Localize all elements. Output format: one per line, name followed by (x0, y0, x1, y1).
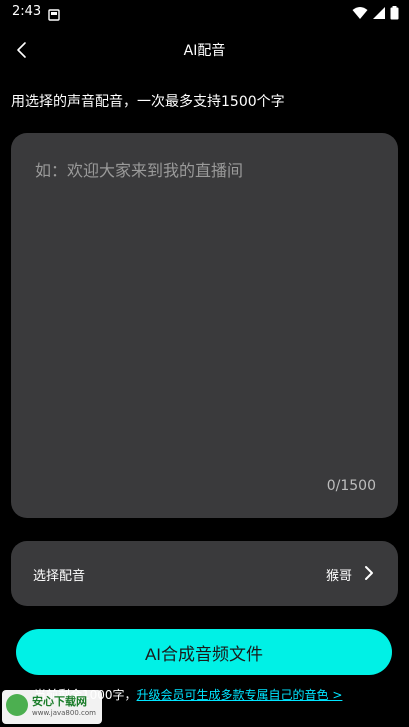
notification-icon (48, 6, 60, 25)
status-time: 2:43 (12, 4, 42, 19)
battery-icon (390, 5, 399, 24)
voice-select-row[interactable]: 选择配音 猴哥 (11, 541, 398, 606)
watermark-logo: 安心下载网 www.java800.com (2, 690, 102, 724)
voice-select-label: 选择配音 (33, 569, 86, 584)
title-bar: AI配音 (0, 30, 409, 70)
upgrade-member-link[interactable]: 升级会员可生成多款专属自己的音色 > (137, 688, 343, 702)
wifi-icon (352, 5, 368, 24)
text-input[interactable] (33, 155, 377, 459)
page-title: AI配音 (183, 43, 226, 59)
chevron-right-icon (364, 565, 374, 585)
watermark-icon (6, 694, 28, 716)
watermark-url: www.java800.com (32, 709, 96, 717)
signal-icon (372, 5, 386, 24)
voice-select-value: 猴哥 (325, 569, 352, 584)
synthesize-audio-button[interactable]: AI合成音频文件 (16, 629, 392, 675)
status-bar: 2:43 (0, 0, 409, 26)
character-counter: 0/1500 (326, 478, 376, 494)
watermark-brand: 安心下载网 (32, 695, 87, 708)
text-editor-panel: 0/1500 (11, 133, 398, 518)
instruction-text: 用选择的声音配音，一次最多支持1500个字 (11, 94, 285, 110)
